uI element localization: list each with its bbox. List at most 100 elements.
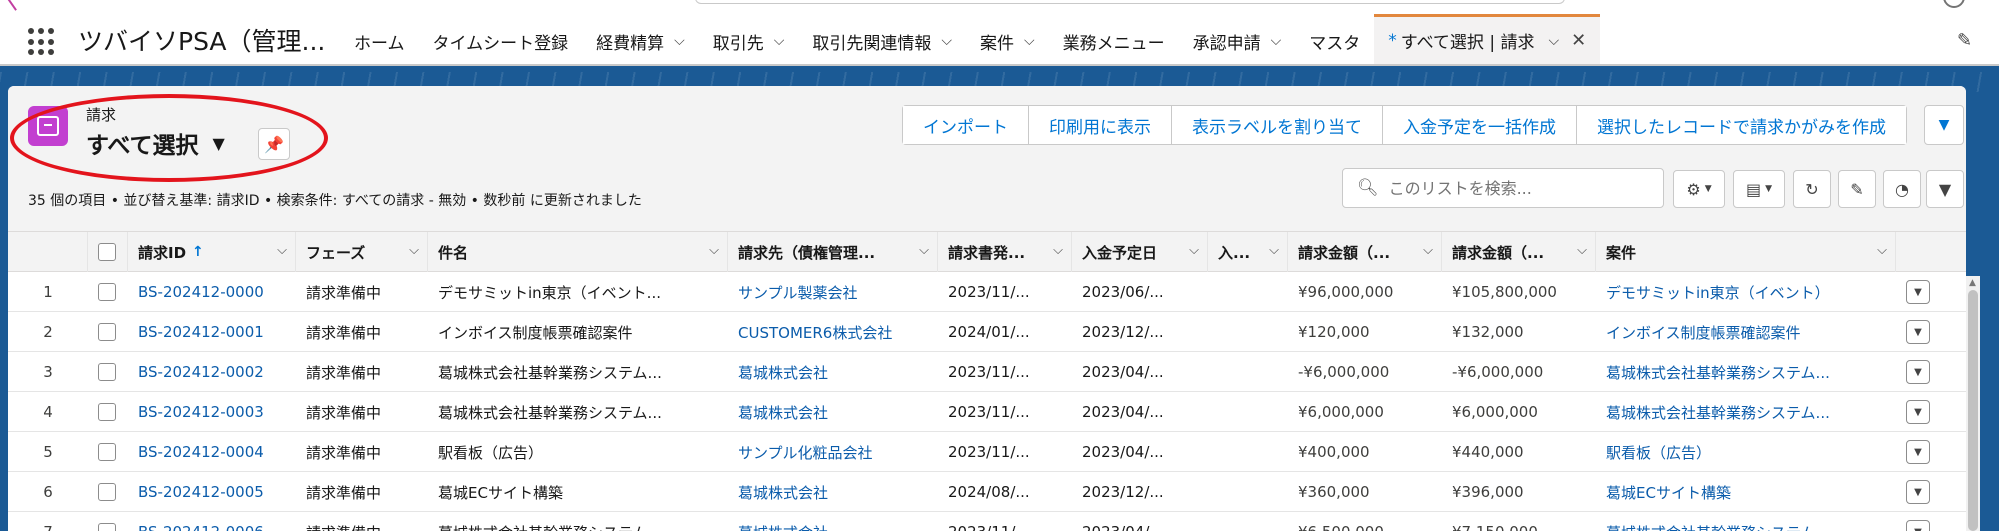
nav-item[interactable]: ホーム bbox=[340, 18, 419, 64]
cell-id[interactable]: BS-202412-0005 bbox=[128, 472, 296, 512]
cell-account[interactable]: 葛城株式会社 bbox=[728, 512, 938, 531]
action-button[interactable]: 選択したレコードで請求かがみを作成 bbox=[1577, 106, 1906, 144]
list-search[interactable]: 🔍︎ bbox=[1342, 168, 1664, 208]
list-view-selector[interactable]: すべて選択 ▼ bbox=[86, 126, 225, 160]
chart-icon[interactable]: ◔ bbox=[1883, 170, 1921, 208]
global-search-bar[interactable] bbox=[695, 0, 1565, 4]
nav-item[interactable]: 取引先 ⌵ bbox=[699, 18, 799, 64]
cell-id[interactable]: BS-202412-0001 bbox=[128, 312, 296, 352]
tab-active[interactable]: * すべて選択 | 請求 ⌵ ✕ bbox=[1374, 14, 1601, 64]
chevron-down-icon[interactable]: ⌵ bbox=[941, 33, 952, 49]
chevron-down-icon[interactable]: ⌵ bbox=[774, 33, 785, 49]
refresh-icon[interactable]: ↻ bbox=[1793, 170, 1831, 208]
chevron-down-icon[interactable]: ⌵ bbox=[919, 243, 929, 258]
filter-icon[interactable]: ▼ bbox=[1926, 170, 1964, 208]
action-button[interactable]: 入金予定を一括作成 bbox=[1383, 106, 1577, 144]
row-checkbox[interactable] bbox=[98, 443, 116, 461]
cell-project[interactable]: デモサミットin東京（イベント） bbox=[1596, 272, 1896, 312]
chevron-down-icon[interactable]: ⌵ bbox=[1577, 243, 1587, 258]
cell-id[interactable]: BS-202412-0006 bbox=[128, 512, 296, 531]
app-launcher-icon[interactable] bbox=[28, 28, 56, 56]
pencil-icon[interactable]: ✎ bbox=[1838, 170, 1876, 208]
cell-project[interactable]: インボイス制度帳票確認案件 bbox=[1596, 312, 1896, 352]
column-header[interactable]: 請求書発... ⌵ bbox=[938, 232, 1072, 272]
column-header[interactable]: 案件 ⌵ bbox=[1596, 232, 1896, 272]
cell-project[interactable]: 葛城株式会社基幹業務システム... bbox=[1596, 392, 1896, 432]
chevron-down-icon[interactable]: ⌵ bbox=[1024, 33, 1035, 49]
table-view-icon[interactable]: ▤ ▼ bbox=[1733, 170, 1785, 208]
edit-nav-icon[interactable]: ✎ bbox=[1957, 30, 1972, 51]
row-menu-icon[interactable]: ▼ bbox=[1906, 360, 1930, 384]
cell-account[interactable]: サンプル化粧品会社 bbox=[728, 432, 938, 472]
chevron-down-icon[interactable]: ⌵ bbox=[1548, 33, 1559, 49]
sort-up-icon[interactable]: ↑ bbox=[192, 244, 204, 260]
cell-project[interactable]: 葛城株式会社基幹業務システム... bbox=[1596, 512, 1896, 531]
nav-item[interactable]: 経費精算 ⌵ bbox=[582, 18, 699, 64]
cell-account[interactable]: CUSTOMER6株式会社 bbox=[728, 312, 938, 352]
row-checkbox[interactable] bbox=[98, 483, 116, 501]
cell-project[interactable]: 葛城ECサイト構築 bbox=[1596, 472, 1896, 512]
select-all-checkbox[interactable] bbox=[98, 243, 116, 261]
row-checkbox[interactable] bbox=[98, 403, 116, 421]
more-actions-button[interactable]: ▼ bbox=[1924, 105, 1964, 145]
chevron-down-icon[interactable]: ⌵ bbox=[1271, 33, 1282, 49]
avatar[interactable] bbox=[1943, 0, 1965, 8]
nav-item[interactable]: マスタ bbox=[1295, 18, 1374, 64]
nav-item[interactable]: タイムシート登録 bbox=[419, 18, 583, 64]
column-header[interactable]: 請求先（債権管理... ⌵ bbox=[728, 232, 938, 272]
cell-project[interactable]: 葛城株式会社基幹業務システム... bbox=[1596, 352, 1896, 392]
list-search-input[interactable] bbox=[1388, 178, 1649, 198]
action-button[interactable]: 表示ラベルを割り当て bbox=[1172, 106, 1383, 144]
cell-amount1: ¥6,500,000 bbox=[1288, 512, 1442, 531]
chevron-down-icon[interactable]: ⌵ bbox=[277, 243, 287, 258]
cell-id[interactable]: BS-202412-0002 bbox=[128, 352, 296, 392]
column-header[interactable]: 入金予定日 ⌵ bbox=[1072, 232, 1208, 272]
settings-icon[interactable]: ⚙ ▼ bbox=[1673, 170, 1725, 208]
cell-id[interactable]: BS-202412-0003 bbox=[128, 392, 296, 432]
nav-item[interactable]: 案件 ⌵ bbox=[966, 18, 1049, 64]
row-menu-icon[interactable]: ▼ bbox=[1906, 280, 1930, 304]
chevron-down-icon[interactable]: ⌵ bbox=[674, 33, 685, 49]
action-button[interactable]: インポート bbox=[903, 106, 1029, 144]
row-menu-icon[interactable]: ▼ bbox=[1906, 320, 1930, 344]
row-checkbox[interactable] bbox=[98, 363, 116, 381]
column-header[interactable]: 入... ⌵ bbox=[1208, 232, 1288, 272]
column-header[interactable]: 請求金額（... ⌵ bbox=[1442, 232, 1596, 272]
row-menu-icon[interactable]: ▼ bbox=[1906, 520, 1930, 531]
chevron-down-icon[interactable]: ⌵ bbox=[1053, 243, 1063, 258]
row-menu-icon[interactable]: ▼ bbox=[1906, 440, 1930, 464]
cell-project[interactable]: 駅看板（広告） bbox=[1596, 432, 1896, 472]
chevron-down-icon[interactable]: ⌵ bbox=[1423, 243, 1433, 258]
cell-account[interactable]: 葛城株式会社 bbox=[728, 392, 938, 432]
scroll-up-icon[interactable]: ▲ bbox=[1969, 278, 1976, 288]
cell-subject: 駅看板（広告） bbox=[438, 443, 544, 462]
row-checkbox[interactable] bbox=[98, 283, 116, 301]
column-header[interactable]: 請求ID ↑ ⌵ bbox=[128, 232, 296, 272]
close-icon[interactable]: ✕ bbox=[1571, 30, 1586, 51]
row-menu-icon[interactable]: ▼ bbox=[1906, 400, 1930, 424]
pin-icon[interactable]: 📌 bbox=[258, 128, 290, 160]
chevron-down-icon[interactable]: ⌵ bbox=[709, 243, 719, 258]
chevron-down-icon[interactable]: ⌵ bbox=[409, 243, 419, 258]
scrollbar-thumb[interactable] bbox=[1968, 290, 1978, 531]
cell-account[interactable]: サンプル製薬会社 bbox=[728, 272, 938, 312]
row-checkbox[interactable] bbox=[98, 523, 116, 531]
cell-account[interactable]: 葛城株式会社 bbox=[728, 352, 938, 392]
chevron-down-icon[interactable]: ⌵ bbox=[1189, 243, 1199, 258]
chevron-down-icon[interactable]: ⌵ bbox=[1269, 243, 1279, 258]
scrollbar[interactable]: ▲ bbox=[1966, 276, 1980, 531]
nav-item[interactable]: 業務メニュー bbox=[1049, 18, 1179, 64]
row-checkbox[interactable] bbox=[98, 323, 116, 341]
cell-subject: 葛城株式会社基幹業務システム... bbox=[428, 512, 728, 531]
nav-item[interactable]: 取引先関連情報 ⌵ bbox=[798, 18, 966, 64]
chevron-down-icon[interactable]: ⌵ bbox=[1877, 243, 1887, 258]
cell-account[interactable]: 葛城株式会社 bbox=[728, 472, 938, 512]
column-header[interactable]: 件名 ⌵ bbox=[428, 232, 728, 272]
nav-item[interactable]: 承認申請 ⌵ bbox=[1179, 18, 1296, 64]
row-menu-icon[interactable]: ▼ bbox=[1906, 480, 1930, 504]
cell-id[interactable]: BS-202412-0004 bbox=[128, 432, 296, 472]
column-header[interactable]: 請求金額（... ⌵ bbox=[1288, 232, 1442, 272]
action-button[interactable]: 印刷用に表示 bbox=[1029, 106, 1172, 144]
column-header[interactable]: フェーズ ⌵ bbox=[296, 232, 428, 272]
cell-id[interactable]: BS-202412-0000 bbox=[128, 272, 296, 312]
